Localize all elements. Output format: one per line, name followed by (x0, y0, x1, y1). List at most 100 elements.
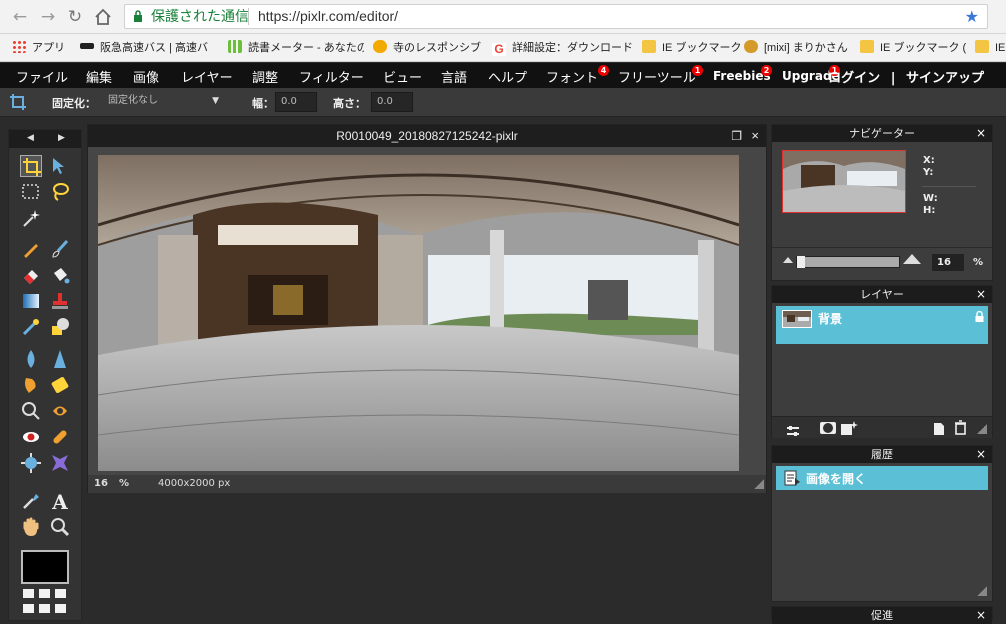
navigator-thumbnail[interactable] (782, 150, 906, 213)
eraser-icon[interactable] (20, 264, 42, 286)
bookmark-apps[interactable]: アプリ (12, 40, 82, 56)
blur-icon[interactable] (20, 348, 42, 370)
resize-grip-icon[interactable] (754, 479, 764, 489)
bookmark-ie[interactable]: IE ブックマーク (642, 40, 742, 56)
menu-edit[interactable]: 編集 (86, 67, 112, 86)
layer-row[interactable]: 背景 (776, 306, 988, 344)
menu-layer[interactable]: レイヤー (181, 67, 233, 86)
signup-link[interactable]: サインアップ (906, 71, 984, 86)
layer-style-icon[interactable] (840, 420, 858, 440)
bookmark-tera[interactable]: 寺のレスポンシブ (373, 40, 481, 56)
bookmark-ie-2[interactable]: IE (975, 40, 1006, 56)
sharpen-icon[interactable] (49, 348, 71, 370)
stamp-icon[interactable] (49, 290, 71, 312)
menu-file[interactable]: ファイル (16, 67, 68, 86)
zoom-in-icon[interactable] (903, 254, 921, 264)
close-icon[interactable]: × (976, 607, 986, 624)
back-icon[interactable]: ← (9, 6, 31, 28)
menu-filter[interactable]: フィルター (299, 67, 364, 86)
zoom-value[interactable]: 16 (94, 478, 108, 489)
collapse-left-icon[interactable]: ◀ (27, 133, 34, 143)
new-layer-icon[interactable] (933, 421, 945, 440)
zoom-slider-handle[interactable] (797, 256, 805, 268)
star-icon[interactable]: ★ (965, 5, 979, 28)
history-step-label[interactable]: 画像を開く (806, 470, 866, 487)
url-text[interactable]: https://pixlr.com/editor/ (258, 5, 398, 28)
layer-mask-icon[interactable] (820, 422, 836, 434)
panorama-image[interactable] (98, 155, 739, 471)
crop-icon[interactable] (20, 155, 42, 177)
close-icon[interactable]: × (751, 125, 759, 147)
smudge-icon[interactable] (20, 374, 42, 396)
height-input[interactable]: 0.0 (371, 92, 413, 112)
restore-icon[interactable]: ❐ (731, 125, 742, 147)
zoom-slider[interactable] (796, 256, 900, 268)
reload-icon[interactable]: ↻ (64, 6, 86, 28)
spot-heal-icon[interactable] (49, 426, 71, 448)
sponge-icon[interactable] (49, 374, 71, 396)
secure-label: 保護された通信 (151, 8, 249, 24)
menu-view[interactable]: ビュー (383, 67, 422, 86)
forward-icon[interactable]: → (37, 6, 59, 28)
burn-icon[interactable] (49, 400, 71, 422)
address-bar[interactable]: 保護された通信 https://pixlr.com/editor/ ★ (124, 4, 988, 29)
menu-image[interactable]: 画像 (133, 67, 159, 86)
brush-icon[interactable] (49, 238, 71, 260)
collapse-right-icon[interactable]: ▶ (58, 133, 65, 143)
magic-wand-icon[interactable] (20, 207, 42, 229)
menu-adjust[interactable]: 調整 (252, 67, 278, 86)
paint-bucket-icon[interactable] (49, 264, 71, 286)
history-row[interactable]: 画像を開く (776, 466, 988, 490)
zoom-out-icon[interactable] (783, 257, 793, 263)
gradient-icon[interactable] (20, 290, 42, 312)
lasso-icon[interactable] (49, 181, 71, 203)
red-eye-icon[interactable] (20, 426, 42, 448)
color-replace-icon[interactable] (20, 316, 42, 338)
eyedropper-icon[interactable] (20, 490, 42, 512)
bookmark-dokusho[interactable]: 読書メーター - あなたの (228, 40, 364, 56)
zoom-icon[interactable] (49, 516, 71, 538)
tool-options-bar: 固定化： 固定化なし ▼ 幅： 0.0 高さ： 0.0 (0, 88, 1006, 117)
login-link[interactable]: ログイン (828, 71, 880, 86)
bookmark-download[interactable]: G 詳細設定：ダウンロード (492, 40, 634, 56)
auth-links: ログイン | サインアップ (828, 71, 984, 86)
fixed-select[interactable]: 固定化なし ▼ (103, 92, 223, 112)
dodge-icon[interactable] (20, 400, 42, 422)
drawing-icon[interactable] (49, 316, 71, 338)
width-input[interactable]: 0.0 (275, 92, 317, 112)
home-icon[interactable] (92, 6, 114, 28)
navigator-zoom-input[interactable]: 16 (932, 254, 964, 271)
primary-color-swatch[interactable] (21, 550, 69, 584)
hand-icon[interactable] (20, 516, 42, 538)
resize-grip-icon[interactable] (977, 424, 987, 434)
pinch-icon[interactable] (49, 452, 71, 474)
bookmark-ie-1[interactable]: IE ブックマーク (1) (860, 40, 966, 56)
bookmark-mixi[interactable]: [mixi] まりかさん (744, 40, 856, 56)
menu-freebies[interactable]: Freebies 2 (713, 65, 772, 83)
layer-settings-icon[interactable] (786, 422, 800, 441)
image-dimensions: 4000x2000 px (158, 478, 231, 489)
mixi-icon (744, 40, 758, 53)
bloat-icon[interactable] (20, 452, 42, 474)
menu-fonts[interactable]: フォント 4 (546, 65, 609, 86)
type-icon[interactable]: A (49, 490, 71, 514)
resize-grip-icon[interactable] (977, 586, 987, 596)
marquee-icon[interactable] (20, 181, 42, 203)
fonts-badge: 4 (598, 65, 609, 76)
trash-icon[interactable] (954, 420, 967, 439)
w-label: W: (923, 193, 938, 204)
bookmark-hankyu[interactable]: 阪急高速バス | 高速バ (80, 40, 225, 56)
layer-name[interactable]: 背景 (818, 310, 842, 327)
close-icon[interactable]: × (976, 125, 986, 142)
free-tools-badge: 1 (692, 65, 703, 76)
close-icon[interactable]: × (976, 446, 986, 463)
move-icon[interactable] (49, 155, 71, 177)
bookmarks-bar: アプリ 阪急高速バス | 高速バ 読書メーター - あなたの 寺のレスポンシブ … (0, 34, 1006, 62)
menu-help[interactable]: ヘルプ (488, 67, 527, 86)
menu-language[interactable]: 言語 (441, 67, 467, 86)
menu-free-tools[interactable]: フリーツール 1 (618, 65, 703, 86)
layers-footer (772, 416, 992, 438)
close-icon[interactable]: × (976, 286, 986, 303)
y-label: Y: (923, 167, 934, 178)
pencil-icon[interactable] (20, 238, 42, 260)
